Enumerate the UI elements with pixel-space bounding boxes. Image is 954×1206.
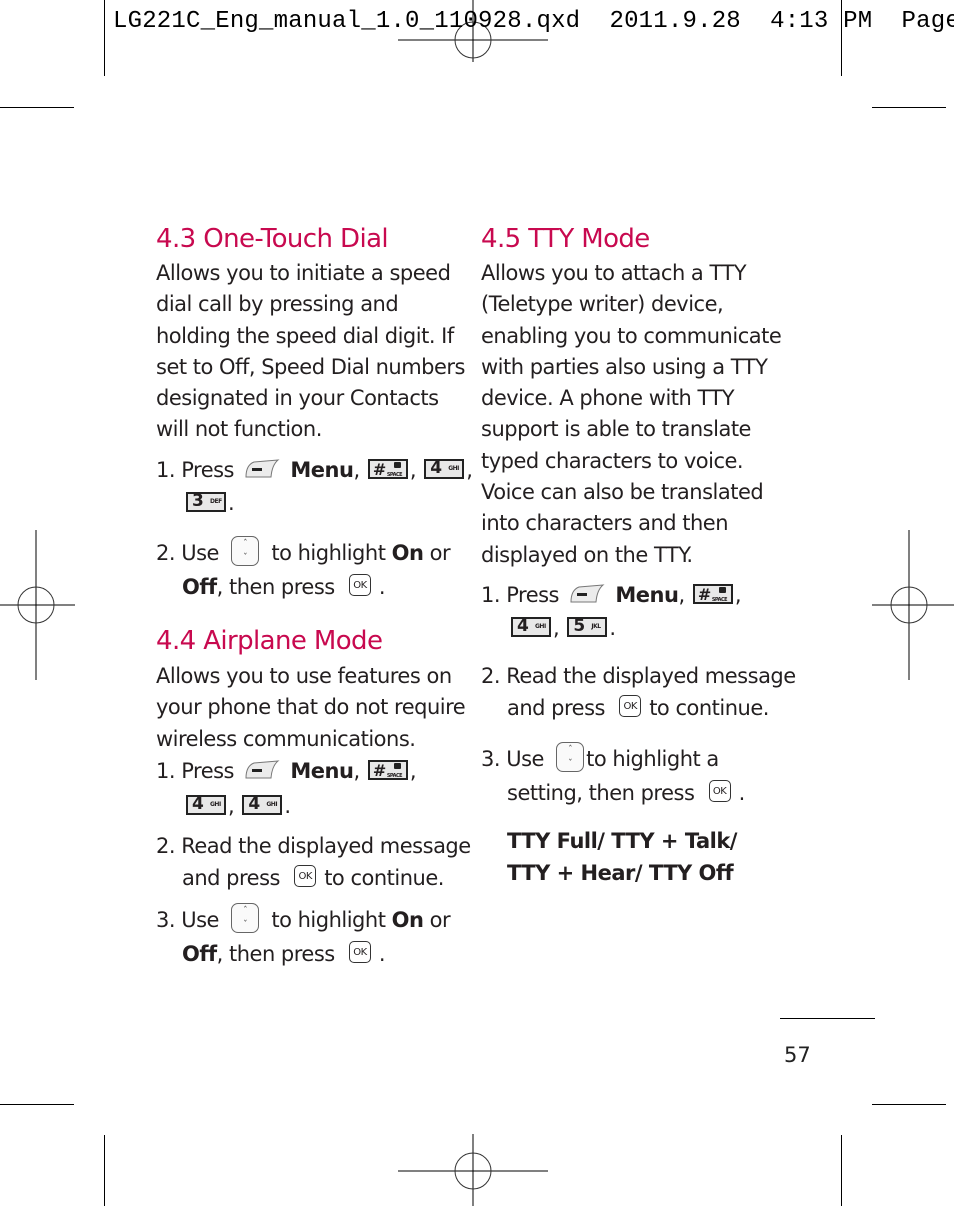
one-touch-step-2-cont: Off, then press OK. xyxy=(182,574,386,599)
crop-mark xyxy=(0,1104,74,1105)
one-touch-step-1-cont: 3 DEF. xyxy=(184,488,235,519)
section-title-one-touch-dial: 4.3 One-Touch Dial xyxy=(156,224,389,254)
registration-mark-bottom-icon xyxy=(398,1134,548,1206)
airplane-step-2: 2. Read the displayed message xyxy=(156,834,471,858)
nav-key-icon: ˆˇ xyxy=(231,903,260,933)
airplane-step-3-cont: Off, then press OK. xyxy=(182,941,386,966)
left-soft-key-icon xyxy=(245,459,280,478)
airplane-body: Allows you to use features on your phone… xyxy=(156,664,466,751)
hash-key-icon: # SPACE xyxy=(367,459,408,479)
airplane-step-1-cont: 4 GHI, 4 GHI. xyxy=(184,791,291,822)
tty-body: Allows you to attach a TTY (Teletype wri… xyxy=(481,261,782,567)
one-touch-step-1: 1. Press Menu, # SPACE, 4 GHI, xyxy=(156,458,473,482)
tty-step-2: 2. Read the displayed message xyxy=(481,664,796,688)
ok-key-icon: OK xyxy=(619,695,642,717)
crop-mark xyxy=(872,107,946,108)
airplane-step-3: 3. Use ˆˇ to highlight On or xyxy=(156,903,451,936)
key-4-icon: 4 GHI xyxy=(186,794,226,815)
left-soft-key-icon xyxy=(245,760,280,779)
one-touch-step-2: 2. Use ˆˇ to highlight On or xyxy=(156,536,451,569)
footer-rule xyxy=(780,1018,875,1019)
one-touch-body: Allows you to initiate a speed dial call… xyxy=(156,261,465,442)
page-number: 57 xyxy=(784,1043,811,1067)
key-4-icon: 4 GHI xyxy=(511,616,551,637)
tty-step-3-cont: setting, then press OK. xyxy=(507,780,745,805)
section-title-airplane-mode: 4.4 Airplane Mode xyxy=(156,626,383,656)
tty-step-1-cont: 4 GHI, 5 JKL. xyxy=(509,613,616,644)
key-3-icon: 3 DEF xyxy=(186,491,226,512)
nav-key-icon: ˆˇ xyxy=(231,536,260,566)
ok-key-icon: OK xyxy=(294,865,317,887)
key-4-icon: 4 GHI xyxy=(424,458,465,479)
registration-mark-left-icon xyxy=(0,530,75,680)
tty-step-3: 3. Use ˆ ˇ to highlight a xyxy=(481,742,719,775)
section-title-tty-mode: 4.5 TTY Mode xyxy=(481,224,650,254)
ok-key-icon: OK xyxy=(348,574,371,596)
crop-mark xyxy=(104,1135,105,1206)
registration-mark-right-icon xyxy=(872,530,954,680)
airplane-step-2-cont: and press OK to continue. xyxy=(182,865,444,890)
left-soft-key-icon xyxy=(570,584,605,603)
tty-options: TTY Full/ TTY + Talk/ TTY + Hear/ TTY Of… xyxy=(507,829,737,885)
airplane-step-1: 1. Press Menu, # SPACE, xyxy=(156,759,417,783)
print-slug: LG221C_Eng_manual_1.0_110928.qxd 2011.9.… xyxy=(113,8,954,35)
hash-key-icon: # SPACE xyxy=(367,760,408,780)
key-4-icon: 4 GHI xyxy=(242,794,283,815)
tty-step-2-cont: and press OK to continue. xyxy=(507,695,769,720)
ok-key-icon: OK xyxy=(708,780,731,802)
key-5-icon: 5 JKL xyxy=(567,616,608,637)
crop-mark xyxy=(841,1135,842,1206)
crop-mark xyxy=(0,107,74,108)
hash-key-icon: # SPACE xyxy=(692,584,733,604)
crop-mark xyxy=(104,0,105,76)
crop-mark xyxy=(872,1104,946,1105)
ok-key-icon: OK xyxy=(348,941,371,963)
nav-key-icon: ˆˇ xyxy=(556,742,585,772)
tty-step-1: 1. Press Menu, # SPACE, xyxy=(481,583,742,607)
